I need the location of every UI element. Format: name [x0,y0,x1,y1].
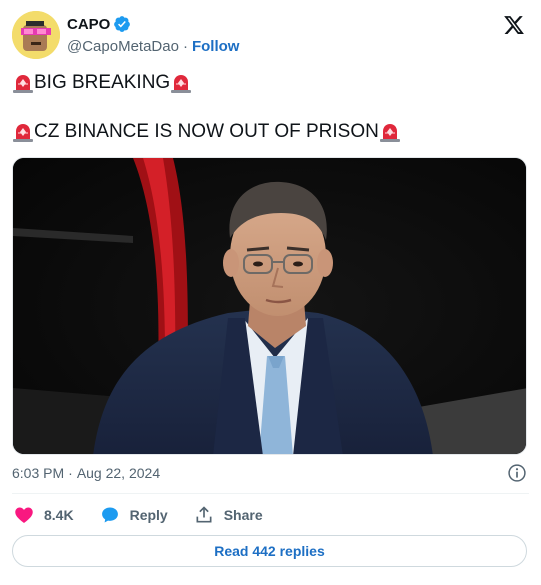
handle-separator: · [182,38,188,55]
like-count: 8.4K [44,507,74,523]
tweet-text-2: CZ BINANCE IS NOW OUT OF PRISON [34,121,379,142]
read-replies-button[interactable]: Read 442 replies [12,535,527,567]
timestamp-separator: · [68,465,73,481]
share-upload-icon [196,506,212,523]
follow-button[interactable]: Follow [192,38,240,55]
police-siren-icon [379,124,400,142]
tweet-timestamp[interactable]: 6:03 PM · Aug 22, 2024 [12,465,160,481]
like-button[interactable]: 8.4K [14,505,74,525]
tweet-photo[interactable] [12,157,527,455]
name-row: CAPO [67,14,239,34]
author-avatar[interactable] [12,11,60,59]
tweet-text-1: BIG BREAKING [34,72,171,93]
tweet-time: 6:03 PM [12,465,65,481]
share-label: Share [223,507,263,523]
heart-icon [15,507,33,523]
author-handle[interactable]: @CapoMetaDao [67,38,179,55]
author-name[interactable]: CAPO [67,16,110,33]
police-siren-icon [13,75,33,93]
tweet-card: CAPO @CapoMetaDao · Follow BIG BREAKING [0,0,541,585]
info-icon[interactable] [507,463,527,483]
x-logo-icon[interactable] [503,14,525,36]
author-block: CAPO @CapoMetaDao · Follow [67,14,239,56]
reply-label: Reply [129,507,168,523]
tweet-text-line-2: CZ BINANCE IS NOW OUT OF PRISON [12,121,401,143]
photo-of-man-in-suit [13,158,526,454]
tweet-text-line-1: BIG BREAKING [12,72,192,94]
police-siren-icon [13,124,33,142]
handle-row: @CapoMetaDao · Follow [67,38,239,55]
reply-button[interactable]: Reply [100,505,168,525]
divider [12,493,529,494]
action-bar: 8.4K Reply Share [14,505,289,525]
reply-bubble-icon [101,507,118,523]
police-siren-icon [171,75,192,93]
tweet-date: Aug 22, 2024 [76,465,161,481]
share-button[interactable]: Share [194,505,263,525]
verified-badge-icon [114,16,131,32]
